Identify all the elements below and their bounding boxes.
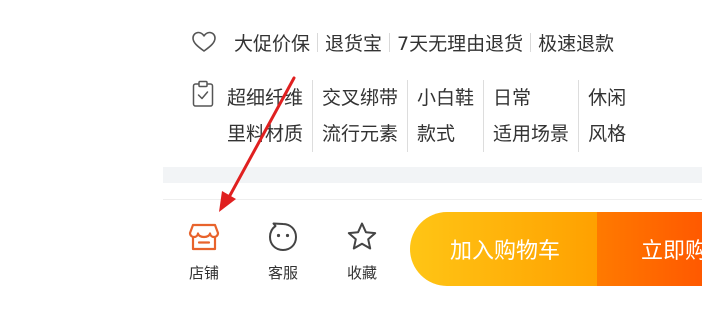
- customer-service-button[interactable]: 客服: [253, 220, 313, 283]
- attribute-name: 风格: [588, 123, 627, 145]
- attribute-value: 日常: [493, 87, 532, 109]
- guarantee-item: 大促价保: [234, 32, 311, 55]
- attribute-value: 小白鞋: [417, 87, 475, 109]
- service-guarantees[interactable]: 大促价保 退货宝 7天无理由退货 极速退款: [191, 28, 621, 56]
- attribute-name: 款式: [417, 123, 456, 145]
- add-to-cart-button[interactable]: 加入购物车: [410, 212, 600, 286]
- buy-now-button[interactable]: 立即购: [597, 212, 702, 286]
- product-attributes[interactable]: 超细纤维 里料材质 交叉绑带 流行元素 小白鞋 款式 日常 适用场景 休闲 风格: [191, 80, 635, 152]
- heart-icon: [191, 30, 217, 54]
- customer-service-icon: [266, 220, 300, 254]
- customer-service-label: 客服: [267, 264, 298, 282]
- store-label: 店铺: [188, 264, 219, 282]
- store-icon: [187, 220, 221, 254]
- attribute-value: 休闲: [588, 87, 627, 109]
- attribute-column: 超细纤维 里料材质: [227, 80, 314, 152]
- section-divider-band: [163, 167, 702, 183]
- attribute-column: 交叉绑带 流行元素: [313, 80, 409, 152]
- guarantee-item: 退货宝: [325, 32, 383, 55]
- attribute-column: 日常 适用场景: [484, 80, 580, 152]
- attribute-column: 休闲 风格: [579, 80, 635, 152]
- guarantee-item: 极速退款: [538, 32, 615, 55]
- attribute-name: 流行元素: [322, 123, 399, 145]
- guarantee-item: 7天无理由退货: [397, 32, 524, 55]
- star-icon: [345, 220, 379, 254]
- attribute-value: 交叉绑带: [322, 87, 399, 109]
- attribute-name: 里料材质: [227, 123, 304, 145]
- attribute-column: 小白鞋 款式: [408, 80, 485, 152]
- store-button[interactable]: 店铺: [174, 220, 234, 283]
- clipboard-icon: [191, 80, 215, 108]
- favorite-button[interactable]: 收藏: [332, 220, 392, 283]
- attribute-value: 超细纤维: [227, 87, 304, 109]
- attribute-name: 适用场景: [493, 123, 570, 145]
- bottom-action-bar: 店铺 客服 收藏 加入购物车 立即购: [163, 199, 702, 309]
- favorite-label: 收藏: [346, 264, 377, 282]
